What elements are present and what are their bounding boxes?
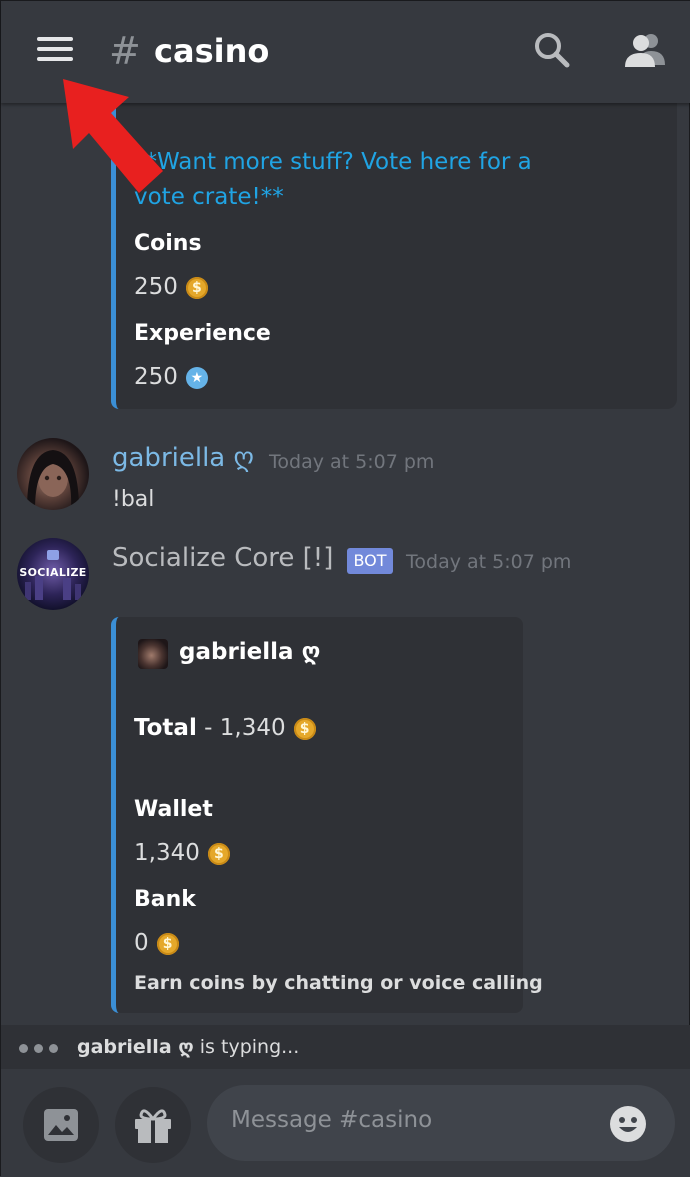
coin-icon: $ bbox=[207, 842, 230, 865]
members-icon[interactable] bbox=[623, 31, 667, 69]
wallet-value-line: 1,340 $ bbox=[134, 840, 230, 866]
search-icon[interactable] bbox=[533, 31, 571, 69]
message-timestamp-bot: Today at 5:07 pm bbox=[406, 551, 572, 573]
bank-label: Bank bbox=[134, 887, 196, 912]
emoji-icon[interactable] bbox=[609, 1105, 647, 1143]
typing-text: gabriella ღ is typing... bbox=[77, 1036, 299, 1058]
field-name-experience: Experience bbox=[134, 321, 271, 346]
embed-author-avatar bbox=[138, 639, 168, 669]
star-icon: ★ bbox=[185, 366, 208, 389]
coin-icon: $ bbox=[293, 717, 316, 740]
message-input-placeholder: Message #casino bbox=[231, 1107, 433, 1133]
coins-value: 250 bbox=[134, 274, 178, 300]
total-line: Total - 1,340 $ bbox=[134, 715, 316, 741]
wallet-label: Wallet bbox=[134, 797, 213, 822]
experience-value: 250 bbox=[134, 364, 178, 390]
avatar-label: SOCIALIZE bbox=[19, 566, 87, 579]
field-name-coins: Coins bbox=[134, 231, 202, 256]
menu-icon-bar bbox=[37, 57, 73, 61]
message-author-gabriella[interactable]: gabriella ღ bbox=[112, 443, 254, 473]
hamburger-menu-button[interactable] bbox=[37, 35, 73, 63]
coin-icon: $ bbox=[185, 276, 208, 299]
message-input[interactable]: Message #casino bbox=[207, 1085, 675, 1161]
typing-status: is typing... bbox=[199, 1036, 300, 1058]
typing-dot bbox=[19, 1044, 28, 1053]
total-label: Total bbox=[134, 715, 197, 741]
message-content: !bal bbox=[112, 487, 155, 512]
embed-author-name[interactable]: gabriella ღ bbox=[179, 639, 320, 665]
message-timestamp: Today at 5:07 pm bbox=[269, 451, 435, 473]
avatar-socialize-core[interactable]: SOCIALIZE bbox=[17, 538, 89, 610]
bot-badge: BOT bbox=[347, 548, 393, 574]
annotation-arrow-icon bbox=[63, 79, 163, 193]
gift-button[interactable] bbox=[115, 1087, 191, 1163]
typing-user: gabriella ღ bbox=[77, 1036, 194, 1058]
typing-indicator: gabriella ღ is typing... bbox=[1, 1025, 690, 1069]
coin-icon: $ bbox=[156, 932, 179, 955]
vote-embed: **Want more stuff? Vote here for a vote … bbox=[111, 81, 677, 409]
menu-icon-bar bbox=[37, 37, 73, 41]
upload-image-button[interactable] bbox=[23, 1087, 99, 1163]
bank-value: 0 bbox=[134, 930, 149, 956]
gift-icon bbox=[135, 1109, 171, 1143]
channel-name[interactable]: casino bbox=[154, 29, 269, 73]
field-value-experience: 250 ★ bbox=[134, 364, 208, 390]
avatar-gabriella[interactable] bbox=[17, 438, 89, 510]
wallet-value: 1,340 bbox=[134, 840, 200, 866]
image-icon bbox=[44, 1109, 78, 1141]
avatar-portrait-icon bbox=[27, 450, 79, 510]
message-author-socialize-core[interactable]: Socialize Core [!] bbox=[112, 543, 333, 573]
app-frame: **Want more stuff? Vote here for a vote … bbox=[0, 0, 690, 1177]
message-composer: Message #casino bbox=[1, 1069, 690, 1177]
field-value-coins: 250 $ bbox=[134, 274, 208, 300]
typing-dot bbox=[49, 1044, 58, 1053]
bank-value-line: 0 $ bbox=[134, 930, 179, 956]
channel-hash-icon: # bbox=[109, 29, 141, 73]
balance-embed: gabriella ღ Total - 1,340 $ Wallet 1,340 $… bbox=[111, 617, 543, 1013]
vote-link-line1[interactable]: **Want more stuff? Vote here for a bbox=[134, 145, 532, 180]
menu-icon-bar bbox=[37, 47, 73, 51]
embed-footer: Earn coins by chatting or voice calling bbox=[134, 972, 543, 994]
typing-dot bbox=[34, 1044, 43, 1053]
total-value: - 1,340 bbox=[204, 715, 286, 741]
